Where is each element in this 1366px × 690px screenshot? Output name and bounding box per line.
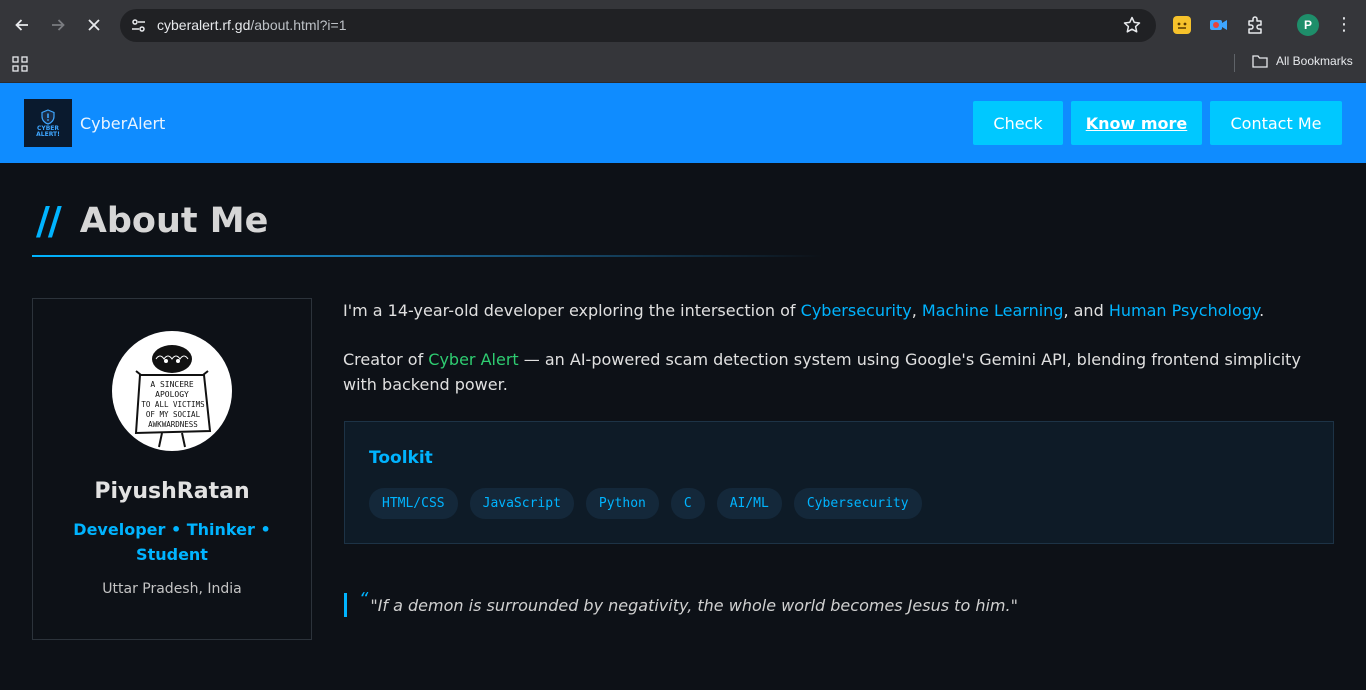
avatar-sign-line: OF MY SOCIAL (146, 410, 201, 419)
avatar-illustration: A SINCERE APOLOGY TO ALL VICTIMS OF MY S… (134, 345, 212, 448)
highlight-cybersecurity: Cybersecurity (800, 301, 912, 320)
profile-card: A SINCERE APOLOGY TO ALL VICTIMS OF MY S… (32, 298, 312, 640)
bookmarks-divider (1234, 54, 1235, 72)
back-icon[interactable] (10, 13, 34, 37)
toolkit-chips: HTML/CSS JavaScript Python C AI/ML Cyber… (369, 488, 922, 519)
stop-loading-icon[interactable] (82, 13, 106, 37)
page-title: About Me (79, 201, 269, 241)
address-bar[interactable]: cyberalert.rf.gd/about.html?i=1 (120, 9, 1156, 42)
heading-underline (32, 255, 822, 257)
quote-text: "If a demon is surrounded by negativity,… (370, 595, 1018, 615)
bookmark-star-icon[interactable] (1122, 15, 1142, 35)
forward-icon[interactable] (46, 13, 70, 37)
apps-grid-icon[interactable] (12, 56, 28, 72)
quote-block: “ "If a demon is surrounded by negativit… (344, 589, 1018, 617)
extensions-puzzle-icon[interactable] (1244, 14, 1266, 36)
heading-slashes: // (36, 199, 62, 243)
profile-role: Developer • Thinker • Student (73, 520, 271, 564)
profile-location: Uttar Pradesh, India (102, 581, 242, 597)
highlight-human-psychology: Human Psychology (1108, 301, 1260, 320)
check-button[interactable]: Check (973, 101, 1063, 145)
skill-chip: AI/ML (716, 488, 782, 519)
bio-paragraph-2: Creator of Cyber Alert — an AI-powered s… (343, 350, 1301, 394)
avatar-sign-line: APOLOGY (155, 390, 189, 399)
highlight-machine-learning: Machine Learning (921, 301, 1064, 320)
all-bookmarks-folder[interactable]: All Bookmarks (1252, 54, 1353, 68)
emoji-extension-icon[interactable] (1171, 14, 1193, 36)
shield-alert-icon (41, 108, 55, 125)
browser-toolbar: cyberalert.rf.gd/about.html?i=1 P ⋮ (0, 0, 1366, 50)
know-more-button[interactable]: Know more (1071, 101, 1202, 145)
more-menu-icon[interactable]: ⋮ (1334, 14, 1354, 36)
bio-paragraph-1: I'm a 14-year-old developer exploring th… (343, 301, 1265, 320)
skill-chip: C (670, 488, 705, 519)
avatar: A SINCERE APOLOGY TO ALL VICTIMS OF MY S… (112, 331, 232, 451)
skill-chip: Python (585, 488, 659, 519)
site-info-icon[interactable] (130, 17, 147, 34)
skill-chip: Cybersecurity (793, 488, 922, 519)
highlight-cyber-alert: Cyber Alert (428, 350, 519, 369)
toolkit-title: Toolkit (369, 448, 433, 468)
logo-text: CYBER ALERT! (36, 124, 60, 138)
avatar-sign-line: A SINCERE (150, 380, 194, 389)
site-header: CYBER ALERT! CyberAlert Check Know more C… (0, 83, 1366, 163)
skill-chip: JavaScript (469, 488, 574, 519)
profile-name: PiyushRatan (94, 479, 250, 504)
contact-me-button[interactable]: Contact Me (1210, 101, 1342, 145)
profile-avatar[interactable]: P (1297, 14, 1319, 36)
main-content: // About Me A SINCERE APOLOGY TO ALL VIC… (0, 163, 1366, 690)
bookmarks-bar: All Bookmarks (0, 50, 1366, 83)
skill-chip: HTML/CSS (369, 488, 458, 519)
avatar-sign-line: TO ALL VICTIMS (141, 400, 205, 409)
quote-mark-icon: “ (359, 588, 369, 610)
brand-name[interactable]: CyberAlert (80, 114, 165, 133)
folder-icon (1252, 55, 1268, 68)
url-text[interactable]: cyberalert.rf.gd/about.html?i=1 (157, 17, 347, 33)
about-heading: // About Me (36, 199, 268, 243)
avatar-sign-line: AWKWARDNESS (148, 420, 198, 429)
site-logo[interactable]: CYBER ALERT! (24, 99, 72, 147)
toolkit-panel: Toolkit HTML/CSS JavaScript Python C AI/… (344, 421, 1334, 544)
camera-extension-icon[interactable] (1207, 14, 1229, 36)
